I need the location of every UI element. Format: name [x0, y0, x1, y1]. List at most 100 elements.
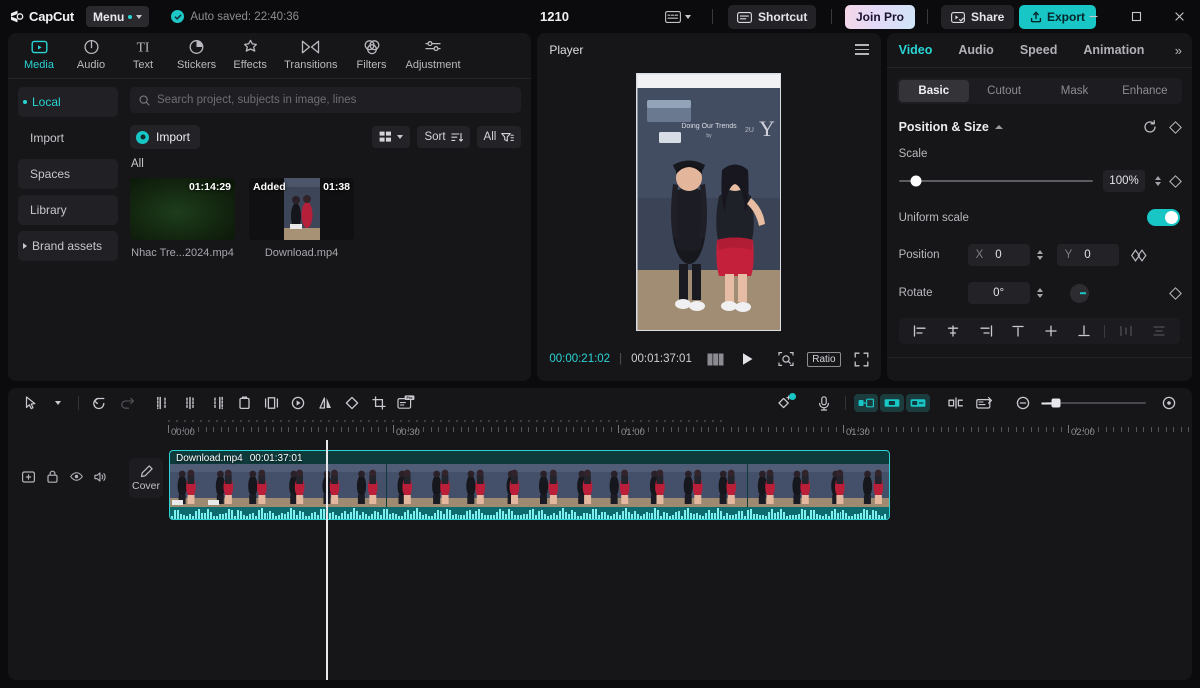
magic-tool-icon[interactable] [772, 391, 798, 415]
align-middle-vertical-icon[interactable] [1036, 320, 1067, 342]
distribute-horizontal-icon[interactable] [1110, 320, 1141, 342]
align-left-icon[interactable] [905, 320, 936, 342]
select-tool-icon[interactable] [18, 391, 44, 415]
segment-cutout[interactable]: Cutout [969, 80, 1039, 102]
lock-icon[interactable] [46, 470, 59, 483]
select-tool-dropdown-icon[interactable] [45, 391, 71, 415]
search-input[interactable] [157, 94, 512, 106]
maximize-button[interactable] [1119, 2, 1153, 32]
microphone-icon[interactable] [811, 391, 837, 415]
more-tabs-icon[interactable]: » [1169, 43, 1182, 58]
reset-icon[interactable] [1143, 120, 1157, 134]
align-top-icon[interactable] [1003, 320, 1034, 342]
uniform-scale-toggle[interactable] [1147, 209, 1180, 226]
align-bottom-icon[interactable] [1069, 320, 1100, 342]
position-y-field[interactable]: Y 0 [1057, 244, 1119, 266]
rotate-keyframe-icon[interactable] [1169, 287, 1182, 300]
undo-icon[interactable] [86, 391, 112, 415]
freeze-frame-icon[interactable] [285, 391, 311, 415]
position-keyframe-icon[interactable] [1130, 249, 1148, 262]
add-track-icon[interactable] [22, 470, 35, 483]
sort-button[interactable]: Sort [417, 126, 469, 148]
sidebar-item-import[interactable]: Import [18, 123, 118, 153]
split-icon[interactable] [177, 391, 203, 415]
redo-icon[interactable] [113, 391, 139, 415]
position-x-stepper[interactable] [1037, 250, 1043, 260]
zoom-in-icon[interactable] [1156, 391, 1182, 415]
keyframe-icon[interactable] [1169, 121, 1182, 134]
playhead[interactable] [326, 440, 328, 680]
rotate-value-field[interactable]: 0° [968, 282, 1030, 304]
duplicate-icon[interactable] [258, 391, 284, 415]
position-x-field[interactable]: X 0 [968, 244, 1030, 266]
menu-button[interactable]: Menu [86, 6, 149, 27]
sidebar-item-local[interactable]: Local [18, 87, 118, 117]
split-right-icon[interactable] [204, 391, 230, 415]
align-right-icon[interactable] [970, 320, 1001, 342]
share-button[interactable]: Share [941, 5, 1014, 29]
tab-effects[interactable]: Effects [225, 37, 275, 74]
media-thumbnail[interactable]: 01:14:29 [130, 178, 235, 240]
sidebar-item-library[interactable]: Library [18, 195, 118, 225]
distribute-vertical-icon[interactable] [1143, 320, 1174, 342]
delete-icon[interactable] [231, 391, 257, 415]
shortcut-button[interactable]: Shortcut [728, 5, 816, 29]
tab-transitions[interactable]: Transitions [277, 37, 344, 74]
scale-keyframe-icon[interactable] [1169, 175, 1182, 188]
scale-slider[interactable] [899, 180, 1093, 182]
minimize-button[interactable] [1076, 2, 1110, 32]
rotate-icon[interactable] [339, 391, 365, 415]
timeline-ruler[interactable]: 00:00 00:30 01:00 01:30 02:00 [8, 418, 1192, 440]
filter-button[interactable]: All [477, 126, 522, 148]
scale-value-field[interactable]: 100% [1103, 170, 1145, 192]
align-center-horizontal-icon[interactable] [937, 320, 968, 342]
timeline-zoom-slider[interactable] [1046, 402, 1146, 404]
media-thumbnail[interactable]: Added 01:38 [249, 178, 354, 240]
split-left-icon[interactable] [150, 391, 176, 415]
mirror-icon[interactable] [312, 391, 338, 415]
clip-edit-end-icon[interactable] [906, 394, 930, 412]
media-item[interactable]: Added 01:38 Download.mp4 [249, 178, 354, 259]
scale-slider-handle[interactable] [911, 176, 922, 187]
tab-filters[interactable]: Filters [347, 37, 397, 74]
video-preview[interactable]: Doing Our Trends by Y 2U [636, 73, 781, 331]
tab-animation[interactable]: Animation [1070, 43, 1157, 57]
tab-text[interactable]: TI Text [118, 37, 168, 74]
import-button[interactable]: Import [130, 125, 200, 149]
visibility-icon[interactable] [70, 470, 83, 483]
rotate-dial[interactable] [1070, 284, 1089, 303]
keyboard-layout-selector[interactable] [665, 0, 691, 33]
sidebar-item-brand-assets[interactable]: Brand assets [18, 231, 118, 261]
timeline-clip[interactable]: Download.mp4 00:01:37:01 [169, 450, 890, 520]
crop-icon[interactable] [366, 391, 392, 415]
scale-stepper[interactable] [1155, 176, 1161, 186]
close-button[interactable] [1162, 2, 1196, 32]
tab-stickers[interactable]: Stickers [170, 37, 223, 74]
segment-mask[interactable]: Mask [1039, 80, 1109, 102]
keyframe-panel-icon[interactable] [971, 391, 997, 415]
segment-basic[interactable]: Basic [899, 80, 969, 102]
clip-edit-middle-icon[interactable] [880, 394, 904, 412]
join-pro-button[interactable]: Join Pro [845, 5, 915, 29]
collapse-icon[interactable] [995, 125, 1003, 129]
zoom-out-icon[interactable] [1010, 391, 1036, 415]
sidebar-item-spaces[interactable]: Spaces [18, 159, 118, 189]
tab-speed[interactable]: Speed [1007, 43, 1071, 57]
auto-captions-icon[interactable]: Pro [393, 391, 419, 415]
tab-audio[interactable]: Audio [945, 43, 1006, 57]
search-box[interactable] [130, 87, 521, 113]
rotate-stepper[interactable] [1037, 288, 1043, 298]
timeline-zoom-handle[interactable] [1052, 399, 1061, 408]
frame-view-icon[interactable] [707, 353, 724, 366]
media-item[interactable]: 01:14:29 Nhac Tre...2024.mp4 [130, 178, 235, 259]
clip-edit-start-icon[interactable] [854, 394, 878, 412]
cover-button[interactable]: Cover [129, 458, 163, 498]
tab-media[interactable]: Media [14, 37, 64, 74]
zoom-tool-icon[interactable] [778, 351, 794, 367]
fullscreen-icon[interactable] [854, 352, 869, 367]
player-menu-icon[interactable] [855, 44, 869, 55]
mute-icon[interactable] [94, 470, 107, 483]
segment-enhance[interactable]: Enhance [1110, 80, 1180, 102]
tab-adjustment[interactable]: Adjustment [399, 37, 468, 74]
play-button[interactable] [741, 352, 754, 366]
